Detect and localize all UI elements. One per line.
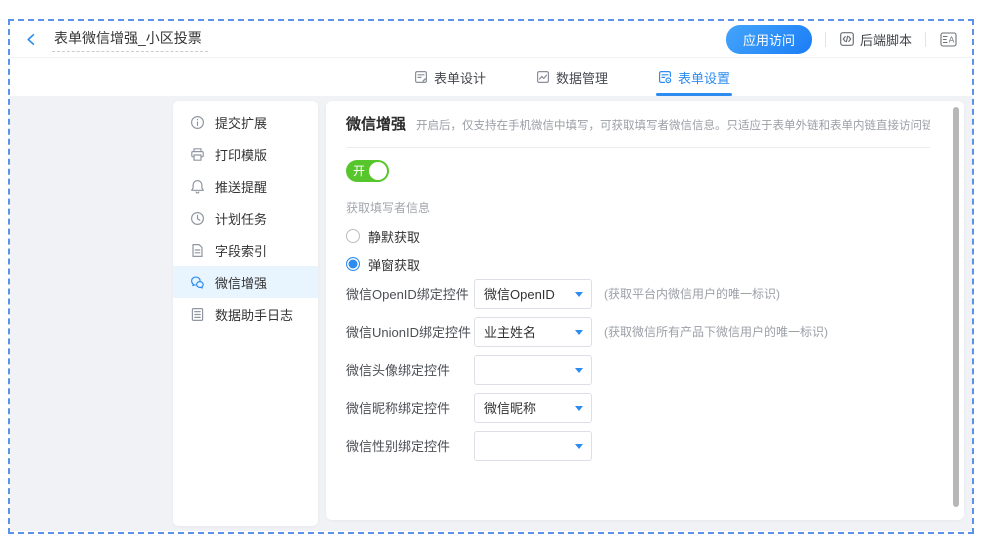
- radio-silent-fetch[interactable]: 静默获取: [346, 228, 930, 244]
- unionid-select[interactable]: 业主姓名: [474, 317, 592, 347]
- sidebar-item-label: 计划任务: [215, 209, 267, 228]
- translate-button[interactable]: A: [939, 31, 958, 48]
- sidebar-item-data-helper-log[interactable]: 数据助手日志: [173, 298, 318, 330]
- data-management-icon: [536, 70, 550, 84]
- caret-down-icon: [575, 406, 583, 411]
- wechat-icon: [190, 275, 205, 290]
- topbar: 表单微信增强_小区投票 应用访问 后端脚本 A: [10, 21, 972, 58]
- select-value: 微信OpenID: [484, 284, 555, 303]
- tab-label: 数据管理: [556, 68, 608, 87]
- topbar-actions: 应用访问 后端脚本 A: [726, 25, 958, 54]
- radio-label: 弹窗获取: [368, 255, 420, 274]
- radio-button[interactable]: [346, 257, 360, 271]
- tab-label: 表单设置: [678, 68, 730, 87]
- radio-popup-fetch[interactable]: 弹窗获取: [346, 256, 930, 272]
- tabbar: 表单设计 数据管理 表单设置: [10, 58, 972, 96]
- chevron-left-icon: [24, 32, 39, 47]
- field-label: 微信OpenID绑定控件: [346, 284, 474, 303]
- sidebar-item-push-reminder[interactable]: 推送提醒: [173, 170, 318, 202]
- sidebar-item-scheduled-tasks[interactable]: 计划任务: [173, 202, 318, 234]
- vertical-scrollbar[interactable]: [953, 107, 959, 507]
- field-label: 微信性别绑定控件: [346, 436, 474, 455]
- settings-sidebar: 提交扩展 打印模版 推送提醒 计划任务: [173, 101, 318, 526]
- select-value: 微信昵称: [484, 398, 536, 417]
- field-hint: (获取平台内微信用户的唯一标识): [604, 285, 780, 302]
- field-row-avatar: 微信头像绑定控件: [346, 353, 930, 386]
- field-hint: (获取微信所有产品下微信用户的唯一标识): [604, 323, 828, 340]
- form-settings-icon: [658, 70, 672, 84]
- printer-icon: [190, 147, 205, 162]
- divider: [925, 32, 926, 47]
- sidebar-item-wechat-enhance[interactable]: 微信增强: [173, 266, 318, 298]
- nickname-select[interactable]: 微信昵称: [474, 393, 592, 423]
- panel-title: 微信增强: [346, 113, 406, 134]
- log-icon: [190, 307, 205, 322]
- app-access-button[interactable]: 应用访问: [726, 25, 812, 54]
- tabs-group: 表单设计 数据管理 表单设置: [412, 58, 732, 96]
- sidebar-item-label: 打印模版: [215, 145, 267, 164]
- info-icon: [190, 115, 205, 130]
- field-label: 微信昵称绑定控件: [346, 398, 474, 417]
- sidebar-item-label: 数据助手日志: [215, 305, 293, 324]
- field-row-nickname: 微信昵称绑定控件 微信昵称: [346, 391, 930, 424]
- caret-down-icon: [575, 330, 583, 335]
- tab-form-settings[interactable]: 表单设置: [656, 58, 732, 96]
- sidebar-item-submit-extension[interactable]: 提交扩展: [173, 106, 318, 138]
- sidebar-item-label: 微信增强: [215, 273, 267, 292]
- section-label: 获取填写者信息: [346, 199, 930, 216]
- field-row-openid: 微信OpenID绑定控件 微信OpenID (获取平台内微信用户的唯一标识): [346, 277, 930, 310]
- backend-script-label: 后端脚本: [860, 30, 912, 49]
- field-row-unionid: 微信UnionID绑定控件 业主姓名 (获取微信所有产品下微信用户的唯一标识): [346, 315, 930, 348]
- caret-down-icon: [575, 444, 583, 449]
- toggle-on-label: 开: [353, 162, 365, 179]
- page-title[interactable]: 表单微信增强_小区投票: [52, 27, 208, 52]
- field-label: 微信头像绑定控件: [346, 360, 474, 379]
- field-row-gender: 微信性别绑定控件: [346, 429, 930, 462]
- svg-text:A: A: [949, 34, 955, 44]
- divider: [825, 32, 826, 47]
- form-design-icon: [414, 70, 428, 84]
- toggle-knob: [369, 162, 387, 180]
- back-button[interactable]: [20, 28, 42, 50]
- panel-description: 开启后，仅支持在手机微信中填写，可获取填写者微信信息。只适应于表单外链和表单内链…: [416, 117, 930, 133]
- caret-down-icon: [575, 368, 583, 373]
- sidebar-item-label: 推送提醒: [215, 177, 267, 196]
- caret-down-icon: [575, 292, 583, 297]
- openid-select[interactable]: 微信OpenID: [474, 279, 592, 309]
- settings-panel: 微信增强 开启后，仅支持在手机微信中填写，可获取填写者微信信息。只适应于表单外链…: [326, 101, 964, 520]
- translate-icon: A: [939, 31, 958, 48]
- file-icon: [190, 243, 205, 258]
- tab-form-design[interactable]: 表单设计: [412, 58, 488, 96]
- sidebar-item-label: 提交扩展: [215, 113, 267, 132]
- bell-icon: [190, 179, 205, 194]
- panel-header: 微信增强 开启后，仅支持在手机微信中填写，可获取填写者微信信息。只适应于表单外链…: [346, 113, 930, 148]
- field-label: 微信UnionID绑定控件: [346, 322, 474, 341]
- radio-button[interactable]: [346, 229, 360, 243]
- avatar-select[interactable]: [474, 355, 592, 385]
- backend-script-button[interactable]: 后端脚本: [839, 30, 912, 49]
- clock-icon: [190, 211, 205, 226]
- sidebar-item-print-template[interactable]: 打印模版: [173, 138, 318, 170]
- wechat-enhance-toggle[interactable]: 开: [346, 160, 389, 182]
- radio-label: 静默获取: [368, 227, 420, 246]
- sidebar-item-label: 字段索引: [215, 241, 267, 260]
- tab-data-management[interactable]: 数据管理: [534, 58, 610, 96]
- code-icon: [839, 31, 855, 47]
- sidebar-item-field-index[interactable]: 字段索引: [173, 234, 318, 266]
- select-value: 业主姓名: [484, 322, 536, 341]
- app-window: 表单微信增强_小区投票 应用访问 后端脚本 A: [8, 19, 974, 534]
- gender-select[interactable]: [474, 431, 592, 461]
- app-body: 提交扩展 打印模版 推送提醒 计划任务: [10, 96, 972, 531]
- tab-label: 表单设计: [434, 68, 486, 87]
